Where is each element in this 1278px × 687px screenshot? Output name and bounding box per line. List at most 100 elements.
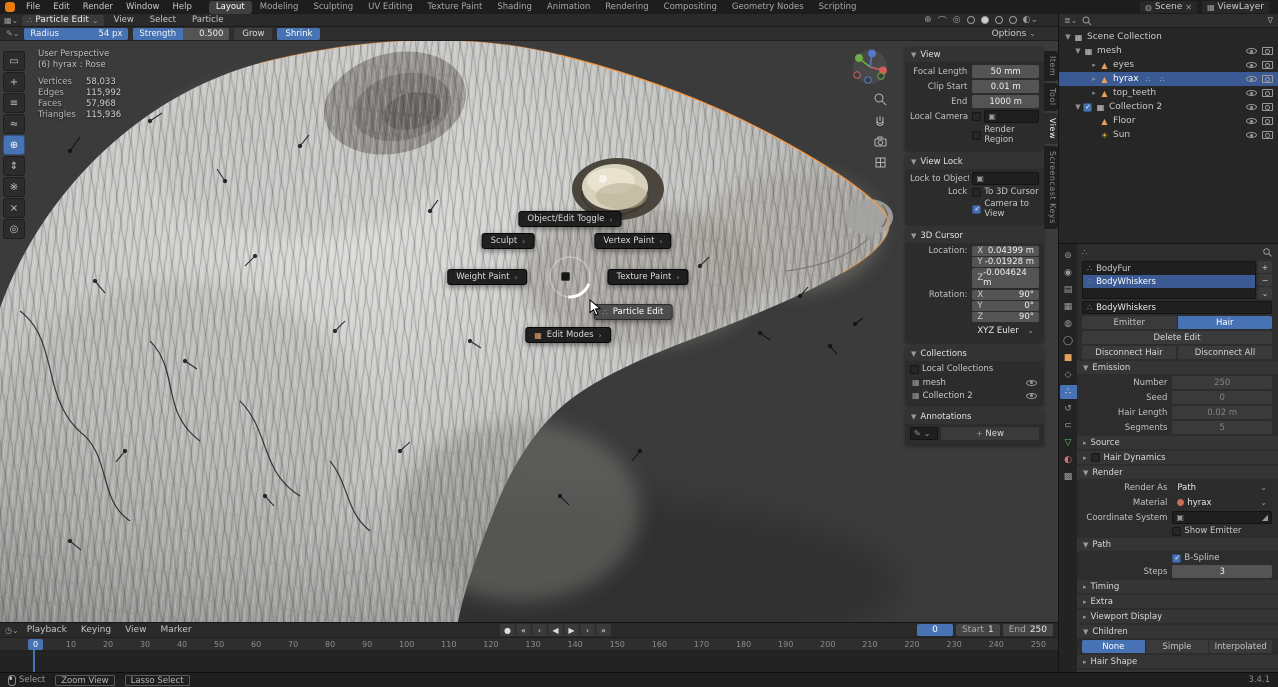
- pie-texture-paint[interactable]: Texture Paint›: [607, 269, 688, 285]
- lock-to-object-field[interactable]: ▣: [972, 172, 1039, 185]
- specials-menu-button[interactable]: ⌄: [1258, 287, 1272, 299]
- hide-viewport-icon[interactable]: [1246, 116, 1257, 127]
- sidebar-tab-screencast-keys[interactable]: Screencast Keys: [1044, 146, 1058, 229]
- outliner-row-hyrax[interactable]: ▸ ▲ hyrax ∴ ∴: [1059, 72, 1278, 86]
- outliner-row-mesh[interactable]: ▼ ▦ mesh: [1059, 44, 1278, 58]
- camera-to-view-checkbox[interactable]: [972, 205, 981, 214]
- eyedropper-icon[interactable]: ◢: [1262, 513, 1268, 522]
- zoom-icon[interactable]: [874, 93, 887, 106]
- playhead-frame-badge[interactable]: 0: [28, 639, 43, 650]
- disable-render-icon[interactable]: [1262, 131, 1273, 139]
- menu-select[interactable]: Select: [144, 13, 182, 27]
- workspace-tab-shading[interactable]: Shading: [490, 1, 539, 14]
- timeline-ruler[interactable]: 0102030405060708090100110120130140150160…: [0, 638, 1058, 651]
- emitter-button[interactable]: Emitter: [1082, 316, 1178, 329]
- expand-arrow-icon[interactable]: ▼: [1073, 103, 1083, 111]
- hair-dynamics-checkbox[interactable]: [1091, 453, 1100, 462]
- annotation-new-button[interactable]: + New: [941, 427, 1039, 440]
- collection-exclude-checkbox[interactable]: [1083, 103, 1092, 112]
- orthographic-toggle-icon[interactable]: [874, 156, 887, 169]
- disable-render-icon[interactable]: [1262, 89, 1273, 97]
- jump-to-end-button[interactable]: »: [596, 624, 611, 636]
- expand-arrow-icon[interactable]: ▸: [1089, 75, 1099, 83]
- sidebar-tab-item[interactable]: Item: [1044, 51, 1058, 81]
- tool-weight-icon[interactable]: ◎: [3, 219, 25, 239]
- menu-render[interactable]: Render: [77, 0, 119, 14]
- disable-render-icon[interactable]: [1262, 75, 1273, 83]
- steps-field[interactable]: 3: [1172, 565, 1272, 578]
- menu-playback[interactable]: Playback: [21, 625, 73, 635]
- menu-edit[interactable]: Edit: [47, 0, 75, 14]
- material-dropdown[interactable]: hyrax⌄: [1172, 496, 1272, 509]
- outliner-row-top-teeth[interactable]: ▸ ▲ top_teeth: [1059, 86, 1278, 100]
- workspace-tab-layout[interactable]: Layout: [209, 1, 252, 14]
- camera-view-icon[interactable]: [874, 135, 887, 148]
- prev-keyframe-button[interactable]: ‹: [532, 624, 547, 636]
- outliner-row-collection-2[interactable]: ▼ ▦ Collection 2: [1059, 100, 1278, 114]
- clip-start-field[interactable]: 0.01 m: [972, 80, 1039, 93]
- filter-icon[interactable]: ∇: [1268, 16, 1273, 25]
- cursor-rotation-z[interactable]: Z90°: [972, 312, 1039, 322]
- hair-dynamics-panel-header[interactable]: ▸Hair Dynamics: [1077, 451, 1278, 464]
- menu-view[interactable]: View: [119, 625, 152, 635]
- auto-keying-button[interactable]: ●: [500, 624, 515, 636]
- search-icon[interactable]: [1263, 248, 1272, 257]
- hair-shape-panel-header[interactable]: ▸Hair Shape: [1077, 655, 1278, 668]
- timing-panel-header[interactable]: ▸Timing: [1077, 580, 1278, 593]
- blender-logo-icon[interactable]: [5, 2, 15, 12]
- children-interpolated-button[interactable]: Interpolated: [1209, 640, 1272, 653]
- hair-button[interactable]: Hair: [1178, 316, 1273, 329]
- coordinate-system-field[interactable]: ▣◢: [1172, 511, 1272, 524]
- expand-arrow-icon[interactable]: ▸: [1089, 61, 1099, 69]
- disable-render-icon[interactable]: [1262, 47, 1273, 55]
- to-3d-cursor-checkbox[interactable]: [972, 188, 981, 197]
- tool-add-icon[interactable]: ⊕: [3, 135, 25, 155]
- shrink-button[interactable]: Shrink: [277, 28, 320, 40]
- panel-3d-cursor-header[interactable]: ▼ 3D Cursor: [905, 228, 1044, 243]
- workspace-tab-scripting[interactable]: Scripting: [812, 1, 864, 14]
- add-system-button[interactable]: +: [1258, 261, 1272, 273]
- menu-particle[interactable]: Particle: [186, 13, 229, 27]
- extra-panel-header[interactable]: ▸Extra: [1077, 595, 1278, 608]
- timeline-track-area[interactable]: [0, 651, 1058, 672]
- cursor-location-x[interactable]: X0.04399 m: [972, 246, 1039, 256]
- collection-row-collection2[interactable]: ▦ Collection 2: [910, 389, 1039, 402]
- viewport-display-panel-header[interactable]: ▸Viewport Display: [1077, 610, 1278, 623]
- workspace-tab-sculpting[interactable]: Sculpting: [306, 1, 360, 14]
- editor-type-icon[interactable]: ▦⌄: [4, 16, 18, 25]
- panel-view-lock-header[interactable]: ▼ View Lock: [905, 154, 1044, 169]
- brush-icon[interactable]: ✎⌄: [6, 29, 19, 38]
- tool-smooth-icon[interactable]: ≈: [3, 114, 25, 134]
- eye-icon[interactable]: [1026, 390, 1037, 401]
- pie-object-edit-toggle[interactable]: Object/Edit Toggle›: [518, 211, 621, 227]
- children-panel-header[interactable]: ▼Children: [1077, 625, 1278, 638]
- strength-slider[interactable]: Strength 0.500: [133, 28, 229, 40]
- segments-field[interactable]: 5: [1172, 421, 1272, 434]
- options-dropdown[interactable]: Options ⌄: [992, 29, 1052, 39]
- scene-selector[interactable]: ◍ Scene ✕: [1140, 1, 1197, 13]
- rotation-order-dropdown[interactable]: XYZ Euler⌄: [972, 324, 1039, 337]
- pie-sculpt[interactable]: Sculpt›: [482, 233, 535, 249]
- outliner-editor-icon[interactable]: ≣⌄: [1064, 16, 1077, 25]
- tool-tweak-icon[interactable]: ▭: [3, 51, 25, 71]
- tool-puff-icon[interactable]: ※: [3, 177, 25, 197]
- disconnect-hair-button[interactable]: Disconnect Hair: [1082, 346, 1176, 359]
- frame-start-field[interactable]: Start1: [956, 624, 1000, 636]
- grow-button[interactable]: Grow: [234, 28, 272, 40]
- show-emitter-checkbox[interactable]: [1172, 527, 1181, 536]
- local-collections-checkbox[interactable]: [910, 365, 919, 374]
- render-as-dropdown[interactable]: Path⌄: [1172, 481, 1272, 494]
- unlink-icon[interactable]: ✕: [1185, 3, 1192, 12]
- tab-world-icon[interactable]: ◯: [1060, 334, 1077, 348]
- mode-selector[interactable]: ∴ Particle Edit ⌄: [22, 15, 103, 26]
- expand-arrow-icon[interactable]: ▼: [1063, 33, 1073, 41]
- current-frame-field[interactable]: 0: [917, 624, 953, 636]
- snap-magnet-icon[interactable]: ⌒: [938, 14, 947, 27]
- timeline-editor-icon[interactable]: ◷⌄: [5, 626, 19, 635]
- menu-window[interactable]: Window: [120, 0, 166, 14]
- workspace-tab-geometry-nodes[interactable]: Geometry Nodes: [725, 1, 811, 14]
- panel-view-header[interactable]: ▼ View: [905, 47, 1044, 62]
- disable-render-icon[interactable]: [1262, 103, 1273, 111]
- eye-icon[interactable]: [1026, 377, 1037, 388]
- workspace-tab-uv-editing[interactable]: UV Editing: [361, 1, 419, 14]
